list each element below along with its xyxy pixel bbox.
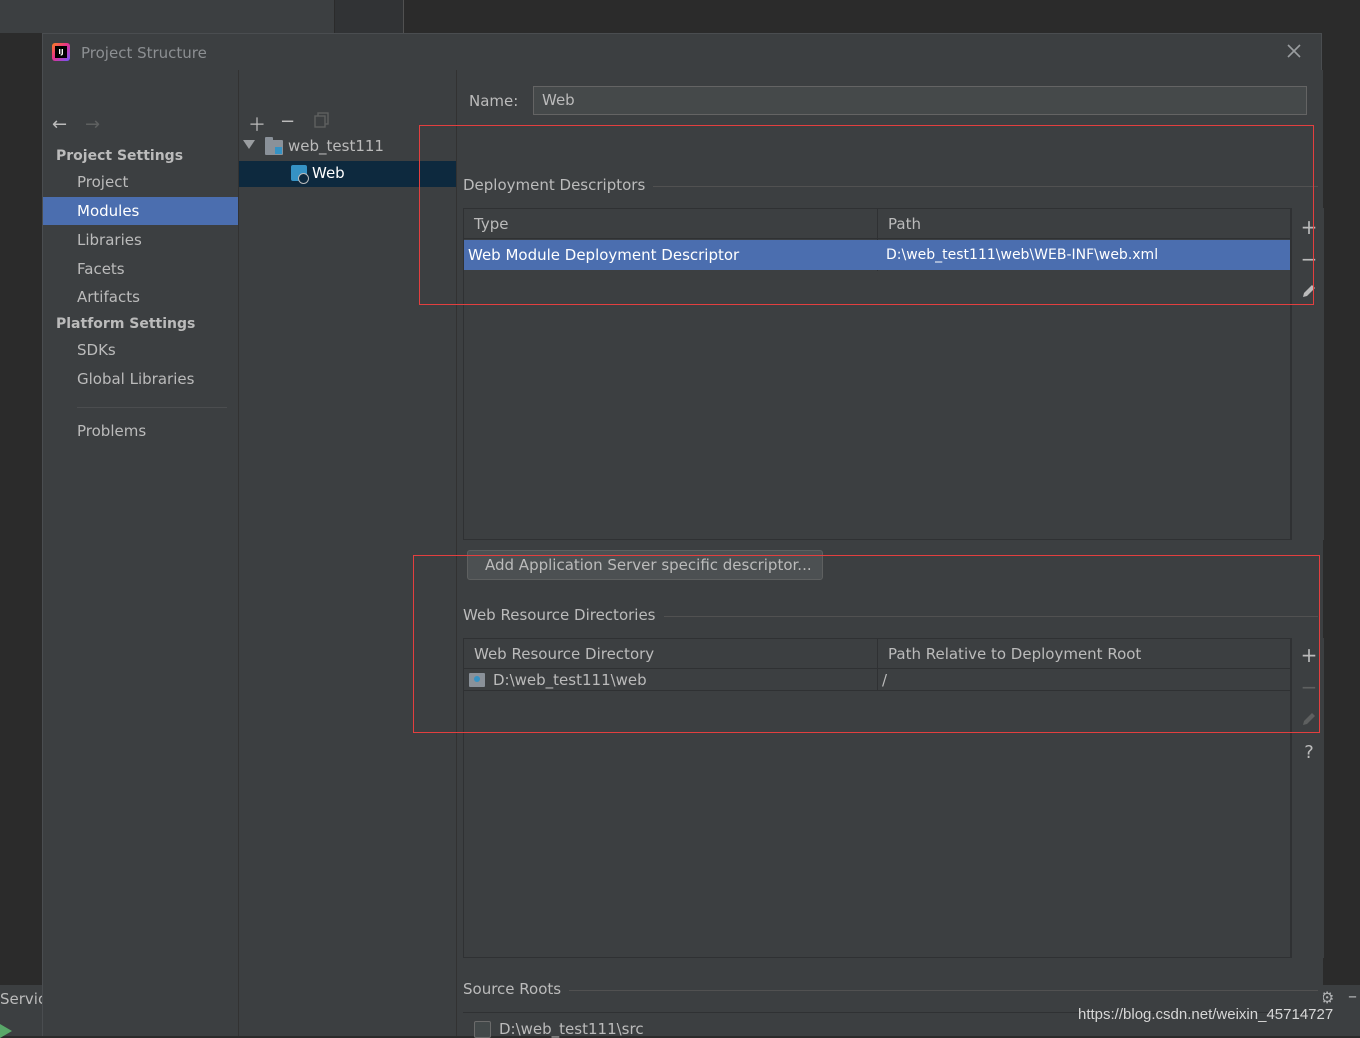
source-root-checkbox[interactable] [474, 1021, 491, 1038]
dialog-title: Project Structure [81, 44, 207, 62]
name-input[interactable]: Web [533, 86, 1307, 115]
arrow-right-icon[interactable]: → [85, 114, 100, 135]
source-root-path: D:\web_test111\src [499, 1020, 644, 1038]
expand-arrow-icon[interactable] [243, 140, 255, 149]
section-divider [463, 990, 1318, 991]
logo-text: IJ [55, 46, 67, 58]
nav-item-artifacts[interactable]: Artifacts [43, 283, 238, 311]
nav-item-sdks[interactable]: SDKs [43, 336, 238, 364]
annotation-box-deployment [419, 125, 1314, 305]
nav-item-libraries[interactable]: Libraries [43, 226, 238, 254]
project-settings-header: Project Settings [56, 148, 184, 164]
nav-item-modules[interactable]: Modules [43, 197, 238, 225]
services-tool-label[interactable]: Servic [0, 990, 46, 1008]
tree-item-web-test111[interactable]: web_test111 [288, 137, 384, 155]
copy-icon[interactable] [314, 112, 330, 128]
web-facet-icon [291, 165, 309, 184]
remove-icon[interactable]: − [280, 111, 295, 132]
source-roots-title: Source Roots [463, 980, 570, 998]
dialog-titlebar: IJ Project Structure [43, 34, 1323, 70]
module-folder-icon [265, 137, 283, 155]
minimize-icon[interactable]: – [1348, 986, 1357, 1007]
settings-navigation: ← → Project Settings Project Modules Lib… [43, 70, 238, 1036]
tree-item-web-label: Web [312, 164, 345, 182]
nav-divider [77, 407, 227, 408]
nav-item-facets[interactable]: Facets [43, 255, 238, 283]
nav-item-project[interactable]: Project [43, 168, 238, 196]
add-icon[interactable]: ＋ [248, 111, 266, 137]
intellij-logo-icon: IJ [52, 43, 70, 61]
ide-toolbar-left [0, 0, 334, 33]
nav-item-global-libraries[interactable]: Global Libraries [43, 365, 238, 393]
arrow-left-icon[interactable]: ← [52, 114, 67, 135]
watermark-text: https://blog.csdn.net/weixin_45714727 [1078, 1006, 1334, 1023]
name-label: Name: [469, 92, 519, 110]
close-icon[interactable] [1283, 40, 1305, 62]
platform-settings-header: Platform Settings [56, 316, 196, 332]
annotation-box-web-resources [413, 555, 1320, 733]
help-icon[interactable]: ? [1298, 742, 1320, 764]
ide-toolbar-mid [334, 0, 404, 33]
nav-item-problems[interactable]: Problems [43, 417, 238, 445]
